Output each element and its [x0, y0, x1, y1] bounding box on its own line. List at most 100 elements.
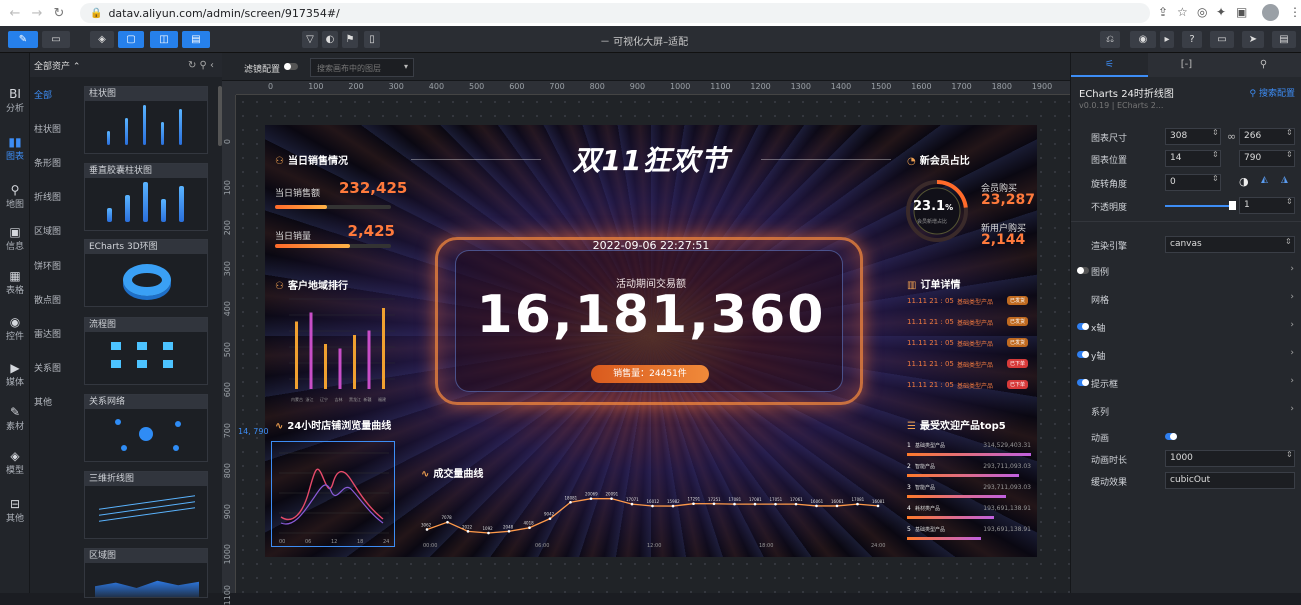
prop-tab-0[interactable]: ⚟: [1071, 53, 1148, 77]
toolbox-button[interactable]: ▤: [182, 31, 210, 48]
rail-item-6[interactable]: ▶ 媒体: [0, 361, 30, 388]
panel-button[interactable]: ◫: [150, 31, 178, 48]
prop-grid[interactable]: 网格 ›: [1071, 289, 1301, 309]
asset-category[interactable]: 饼环图: [34, 259, 61, 272]
prop-tab-1[interactable]: [-]: [1148, 53, 1225, 77]
stepper-icon[interactable]: ⇕: [1286, 450, 1293, 459]
rotate-dial-icon[interactable]: ◑: [1239, 175, 1249, 188]
asset-category[interactable]: 柱状图: [34, 122, 61, 135]
star-icon[interactable]: ☆: [1177, 5, 1188, 19]
prop-tooltip[interactable]: 提示框 ›: [1071, 373, 1301, 393]
rail-icon: ⚲: [10, 183, 20, 197]
order-row[interactable]: 11.11 21 : 05 基础类型产品 已发货: [907, 335, 1031, 353]
asset-card[interactable]: ECharts 3D环图: [84, 239, 208, 307]
filter-toggle[interactable]: [284, 63, 298, 70]
stepper-icon[interactable]: ⇕: [1212, 150, 1219, 159]
rail-item-0[interactable]: BI 分析: [0, 87, 30, 114]
opacity-slider[interactable]: [1165, 205, 1231, 207]
play-icon[interactable]: ▸: [1160, 31, 1174, 48]
flip-v-icon[interactable]: ◮: [1281, 175, 1288, 185]
asset-tools-icon[interactable]: ↻ ⚲ ‹: [188, 60, 214, 71]
publish-icon[interactable]: ➤: [1242, 31, 1264, 48]
asset-category[interactable]: 区域图: [34, 224, 61, 237]
search-config-link[interactable]: ⚲ 搜索配置: [1250, 86, 1295, 99]
rail-item-2[interactable]: ⚲ 地图: [0, 183, 30, 210]
stepper-icon[interactable]: ⇕: [1212, 174, 1219, 183]
order-row[interactable]: 11.11 21 : 05 基础类型产品 已下单: [907, 356, 1031, 374]
xaxis-toggle[interactable]: [1077, 323, 1089, 330]
asset-card[interactable]: 三维折线图: [84, 471, 208, 539]
asset-category[interactable]: 全部: [34, 88, 52, 101]
order-time: 11.11 21 : 05: [907, 381, 954, 389]
top5-name: 智能产品: [915, 485, 936, 491]
tooltip-toggle[interactable]: [1077, 379, 1089, 386]
prop-xaxis[interactable]: x轴 ›: [1071, 317, 1301, 337]
asset-card[interactable]: 流程图: [84, 317, 208, 385]
asset-category[interactable]: 其他: [34, 395, 52, 408]
asset-category[interactable]: 散点图: [34, 293, 61, 306]
rail-item-3[interactable]: ▣ 信息: [0, 225, 30, 252]
engine-select[interactable]: canvas: [1165, 236, 1295, 253]
forward-icon[interactable]: →: [26, 6, 48, 21]
asset-card[interactable]: 垂直胶囊柱状图: [84, 163, 208, 231]
asset-category[interactable]: 条形图: [34, 156, 61, 169]
layer-toggle-button[interactable]: ✎: [8, 31, 38, 48]
rail-item-5[interactable]: ◉ 控件: [0, 315, 30, 342]
prop-legend[interactable]: 图例 ›: [1071, 261, 1301, 281]
layer-search-input[interactable]: 搜索画布中的图层 ▾: [310, 58, 414, 77]
sidepanel-icon[interactable]: ▣: [1236, 5, 1247, 19]
asset-category[interactable]: 折线图: [34, 190, 61, 203]
comment-icon[interactable]: ▤: [1272, 31, 1296, 48]
color-icon[interactable]: ◐: [322, 31, 338, 48]
asset-category[interactable]: 关系图: [34, 361, 61, 374]
dashboard-screen[interactable]: 双11狂欢节 ⚇ 当日销售情况 当日销售额 232,425 当日销量 2,425 …: [265, 125, 1037, 557]
asset-filter-dropdown[interactable]: 全部资产 ⌃: [34, 59, 80, 72]
rail-item-7[interactable]: ✎ 素材: [0, 405, 30, 432]
opacity-handle[interactable]: [1229, 201, 1236, 210]
prop-series[interactable]: 系列 ›: [1071, 401, 1301, 421]
stepper-icon[interactable]: ⇕: [1286, 150, 1293, 159]
filter-icon[interactable]: ▽: [302, 31, 318, 48]
asset-card[interactable]: 区域图: [84, 548, 208, 598]
rail-item-8[interactable]: ◈ 模型: [0, 449, 30, 476]
phone-icon[interactable]: ▯: [364, 31, 380, 48]
flip-h-icon[interactable]: ◭: [1261, 175, 1268, 185]
reload-icon[interactable]: ↻: [48, 6, 70, 21]
order-row[interactable]: 11.11 21 : 05 基础类型产品 已发货: [907, 293, 1031, 311]
order-row[interactable]: 11.11 21 : 05 基础类型产品 已发货: [907, 314, 1031, 332]
puzzle-icon[interactable]: ✦: [1216, 5, 1226, 19]
prop-yaxis[interactable]: y轴 ›: [1071, 345, 1301, 365]
cube-button[interactable]: ▢: [118, 31, 144, 48]
rail-item-9[interactable]: ⊟ 其他: [0, 497, 30, 524]
legend-toggle[interactable]: [1077, 267, 1089, 274]
orders-list[interactable]: 11.11 21 : 05 基础类型产品 已发货 11.11 21 : 05 基础类型产…: [907, 293, 1031, 407]
stepper-icon[interactable]: ⇕: [1286, 128, 1293, 137]
easing-select[interactable]: cubicOut: [1165, 472, 1295, 489]
link-icon[interactable]: ∞: [1227, 130, 1236, 143]
asset-card[interactable]: 柱状图: [84, 86, 208, 154]
rail-item-4[interactable]: ▦ 表格: [0, 269, 30, 296]
component-toggle-button[interactable]: ▭: [42, 31, 70, 48]
asset-card[interactable]: 关系网络: [84, 394, 208, 462]
help-icon[interactable]: ?: [1182, 31, 1202, 48]
asset-category[interactable]: 雷达图: [34, 327, 61, 340]
anim-duration-input[interactable]: 1000: [1165, 450, 1295, 467]
layers-icon[interactable]: ◈: [90, 31, 114, 48]
order-row[interactable]: 11.11 21 : 05 基础类型产品 已下单: [907, 377, 1031, 395]
share-icon[interactable]: ⇪: [1158, 5, 1168, 19]
back-icon[interactable]: ←: [4, 6, 26, 21]
stepper-icon[interactable]: ⇕: [1212, 128, 1219, 137]
extension-icon[interactable]: ◎: [1197, 5, 1207, 19]
reset-icon[interactable]: ⎌: [1100, 31, 1120, 48]
menu-icon[interactable]: ⋮: [1289, 5, 1301, 19]
animation-toggle[interactable]: [1165, 433, 1177, 440]
snapshot-icon[interactable]: ◉: [1130, 31, 1156, 48]
stepper-icon[interactable]: ⇕: [1286, 197, 1293, 206]
preview-icon[interactable]: ▭: [1210, 31, 1234, 48]
pin-icon[interactable]: ⚑: [342, 31, 358, 48]
prop-tab-2[interactable]: ⚲: [1225, 53, 1301, 77]
yaxis-toggle[interactable]: [1077, 351, 1089, 358]
rail-item-1[interactable]: ▮▮ 图表: [0, 135, 30, 162]
address-bar[interactable]: 🔒 datav.aliyun.com/admin/screen/917354#/: [80, 3, 1150, 23]
avatar[interactable]: [1262, 4, 1279, 21]
